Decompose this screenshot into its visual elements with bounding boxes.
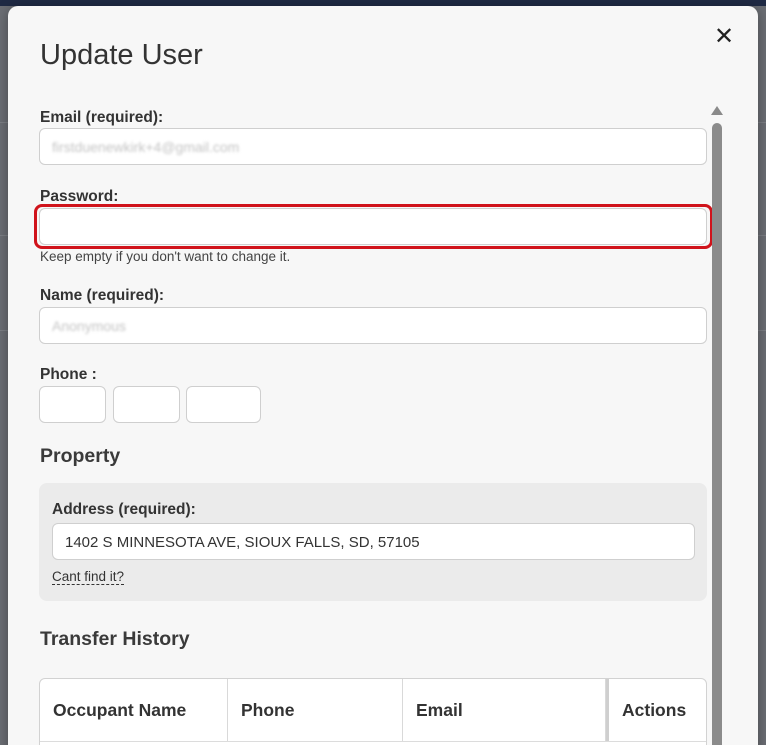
phone-area-code-field[interactable] (39, 386, 106, 423)
name-value: Anonymous (52, 318, 126, 334)
name-field[interactable]: Anonymous (39, 307, 707, 344)
close-icon[interactable]: ✕ (712, 24, 736, 48)
scrollbar-thumb[interactable] (712, 123, 722, 745)
email-value: firstduenewkirk+4@gmail.com (52, 139, 240, 155)
property-section-title: Property (40, 445, 121, 467)
column-header-email[interactable]: Email (403, 679, 606, 741)
password-field[interactable] (39, 208, 707, 245)
property-panel: Address (required): 1402 S MINNESOTA AVE… (39, 483, 707, 601)
phone-label: Phone : (40, 366, 97, 383)
modal-body: Email (required): firstduenewkirk+4@gmai… (8, 101, 758, 745)
phone-prefix-field[interactable] (113, 386, 180, 423)
address-field[interactable]: 1402 S MINNESOTA AVE, SIOUX FALLS, SD, 5… (52, 523, 695, 560)
cant-find-address-link[interactable]: Cant find it? (52, 569, 125, 585)
update-user-modal: Update User ✕ Email (required): firstdue… (8, 6, 758, 745)
modal-scrollbar[interactable] (711, 101, 723, 745)
scroll-up-icon[interactable] (711, 106, 723, 115)
transfer-history-table: Occupant Name Phone Email Actions (39, 678, 707, 745)
name-label: Name (required): (40, 287, 165, 304)
column-header-phone[interactable]: Phone (228, 679, 403, 741)
email-label: Email (required): (40, 109, 164, 126)
transfer-history-title: Transfer History (40, 628, 190, 650)
address-label: Address (required): (52, 501, 196, 518)
email-field[interactable]: firstduenewkirk+4@gmail.com (39, 128, 707, 165)
password-hint: Keep empty if you don't want to change i… (40, 249, 291, 264)
modal-title: Update User (40, 39, 203, 71)
column-header-occupant-name[interactable]: Occupant Name (40, 679, 228, 741)
phone-line-field[interactable] (186, 386, 261, 423)
header-divider (40, 741, 706, 742)
column-header-actions: Actions (606, 679, 706, 741)
address-value: 1402 S MINNESOTA AVE, SIOUX FALLS, SD, 5… (65, 534, 420, 551)
